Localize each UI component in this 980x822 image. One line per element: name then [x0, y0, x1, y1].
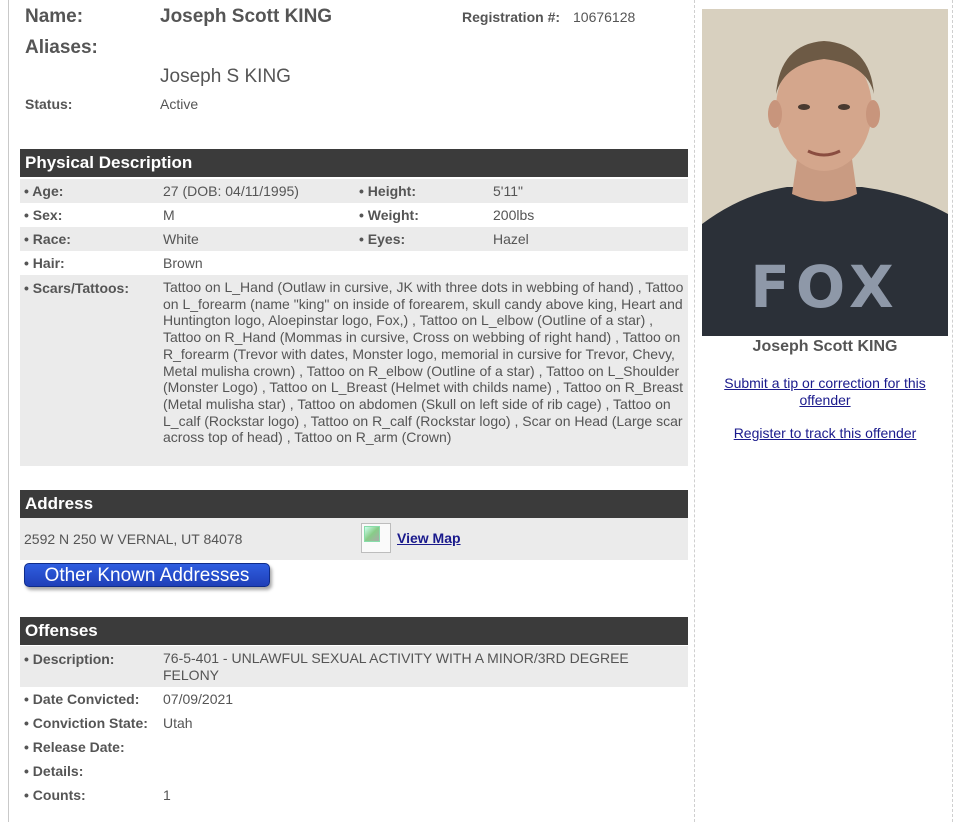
- scars-label: Scars/Tattoos:: [24, 280, 129, 296]
- right-border: [952, 0, 953, 822]
- registration-number: 10676128: [573, 9, 636, 25]
- race-value: White: [163, 231, 199, 247]
- broken-image-icon: [364, 526, 380, 542]
- date-convicted-value: 07/09/2021: [163, 691, 234, 707]
- description-value: 76-5-401 - UNLAWFUL SEXUAL ACTIVITY WITH…: [163, 650, 629, 683]
- sex-label: Sex:: [24, 207, 63, 223]
- hair-label: Hair:: [24, 255, 65, 271]
- eyes-value: Hazel: [493, 231, 529, 247]
- column-divider: [694, 0, 695, 822]
- scars-row: Scars/Tattoos: Tattoo on L_Hand (Outlaw …: [20, 275, 688, 466]
- conviction-state-value: Utah: [163, 715, 193, 731]
- conviction-state-row: Conviction State: Utah: [20, 711, 688, 735]
- offender-name: Joseph Scott KING: [160, 6, 333, 27]
- height-label: Height:: [359, 183, 416, 199]
- date-convicted-label: Date Convicted:: [24, 691, 140, 707]
- race-label: Race:: [24, 231, 71, 247]
- registration-label: Registration #:: [462, 9, 561, 25]
- alias-value: Joseph S KING: [160, 66, 291, 87]
- scars-value: Tattoo on L_Hand (Outlaw in cursive, JK …: [163, 279, 684, 446]
- counts-label: Counts:: [24, 787, 86, 803]
- offense-description-row: Description: 76-5-401 - UNLAWFUL SEXUAL …: [20, 646, 688, 687]
- age-value: 27 (DOB: 04/11/1995): [163, 183, 299, 199]
- physical-description-header: Physical Description: [20, 149, 688, 177]
- weight-label: Weight:: [359, 207, 419, 223]
- hair-value: Brown: [163, 255, 203, 271]
- address-value: 2592 N 250 W VERNAL, UT 84078: [24, 531, 243, 547]
- left-border: [8, 0, 9, 822]
- offender-photo-illustration: FOX: [702, 9, 948, 336]
- shirt-text: FOX: [750, 253, 900, 321]
- hair-row: Hair: Brown: [20, 251, 688, 275]
- other-known-addresses-button[interactable]: Other Known Addresses: [24, 563, 270, 587]
- register-track-link[interactable]: Register to track this offender: [702, 425, 948, 442]
- details-label: Details:: [24, 763, 84, 779]
- offender-photo: FOX: [702, 9, 948, 336]
- sex-weight-row: Sex: M Weight: 200lbs: [20, 203, 688, 227]
- race-eyes-row: Race: White Eyes: Hazel: [20, 227, 688, 251]
- status-label: Status:: [25, 96, 73, 112]
- sex-value: M: [163, 207, 175, 223]
- status-value: Active: [160, 96, 199, 112]
- address-row: 2592 N 250 W VERNAL, UT 84078: [20, 518, 688, 560]
- conviction-state-label: Conviction State:: [24, 715, 148, 731]
- age-height-row: Age: 27 (DOB: 04/11/1995) Height: 5'11": [20, 179, 688, 203]
- offenses-header: Offenses: [20, 617, 688, 645]
- details-row: Details:: [20, 759, 688, 783]
- age-label: Age:: [24, 183, 63, 199]
- aliases-label: Aliases:: [25, 37, 98, 58]
- counts-value: 1: [163, 787, 171, 803]
- release-date-row: Release Date:: [20, 735, 688, 759]
- map-thumbnail-icon[interactable]: [361, 523, 391, 553]
- description-label: Description:: [24, 651, 115, 667]
- counts-row: Counts: 1: [20, 783, 688, 807]
- weight-value: 200lbs: [493, 207, 535, 223]
- address-header: Address: [20, 490, 688, 518]
- date-convicted-row: Date Convicted: 07/09/2021: [20, 687, 688, 711]
- release-date-label: Release Date:: [24, 739, 125, 755]
- submit-tip-link[interactable]: Submit a tip or correction for this offe…: [702, 375, 948, 409]
- name-label: Name:: [25, 6, 84, 27]
- eyes-label: Eyes:: [359, 231, 405, 247]
- photo-caption: Joseph Scott KING: [752, 338, 898, 355]
- height-value: 5'11": [493, 183, 523, 199]
- view-map-link[interactable]: View Map: [397, 530, 461, 546]
